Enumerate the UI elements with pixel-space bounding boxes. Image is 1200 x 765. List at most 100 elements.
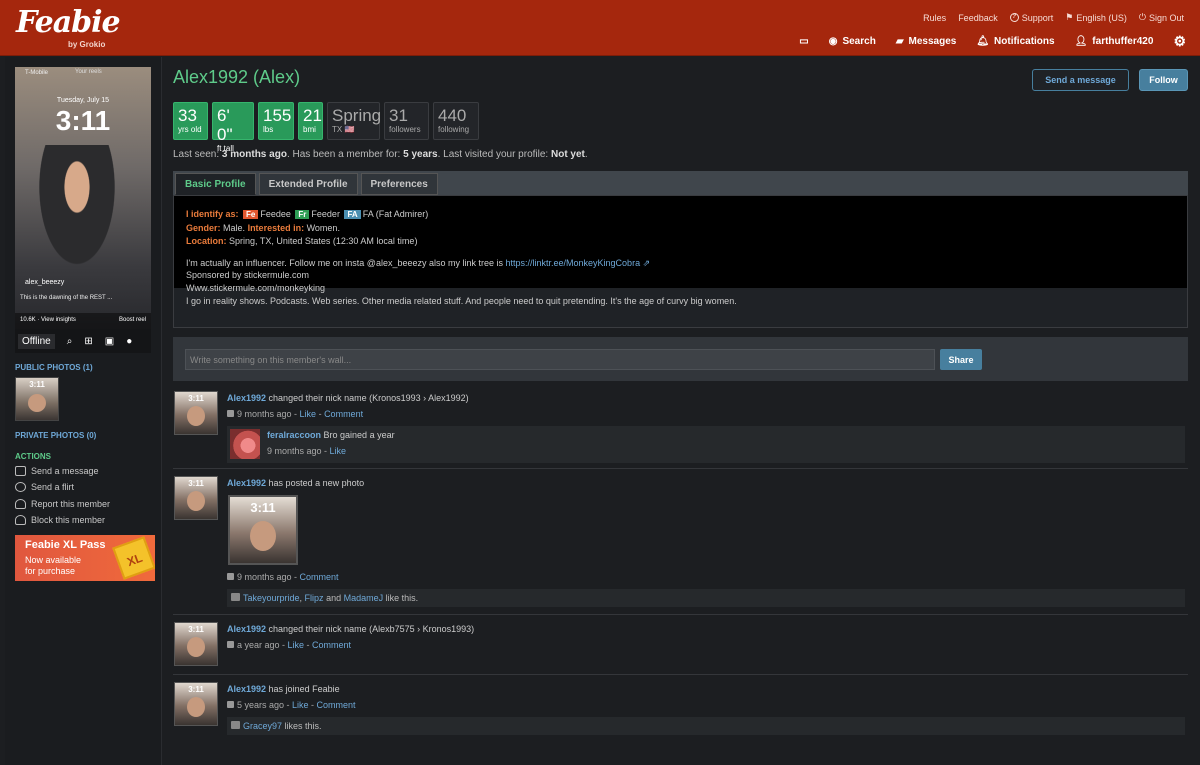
nav-messages[interactable]: ▰ Messages xyxy=(896,36,957,47)
stat-value: 33 xyxy=(178,106,197,125)
stat-value: 31 xyxy=(389,106,408,125)
bio1-text: I'm actually an influencer. Follow me on… xyxy=(186,258,506,268)
stat-value: 6' 0" xyxy=(217,106,233,144)
liker-link[interactable]: Takeyourpride xyxy=(243,593,300,603)
bio-line-2: Sponsored by stickermule.com xyxy=(186,270,310,280)
public-photo-thumb[interactable]: 3:11 xyxy=(15,377,59,421)
gear-icon[interactable]: ⚙ xyxy=(1173,33,1186,50)
likes-box: Gracey97 likes this. xyxy=(227,717,1185,735)
private-photos-label[interactable]: PRIVATE PHOTOS (0) xyxy=(15,431,96,440)
feed-user-link[interactable]: Alex1992 xyxy=(227,624,266,634)
liker-link[interactable]: Flipz xyxy=(305,593,324,603)
avatar[interactable]: 3:11 xyxy=(174,622,218,666)
comment-link[interactable]: Comment xyxy=(324,409,363,419)
action-block[interactable]: Block this member xyxy=(15,515,105,525)
divider xyxy=(173,614,1188,615)
feed-item: 3:11 Alex1992 has posted a new photo 3:1… xyxy=(173,476,1188,611)
avatar[interactable]: 3:11 xyxy=(174,682,218,726)
tab-basic-profile[interactable]: Basic Profile xyxy=(175,173,256,195)
like-link[interactable]: Like xyxy=(300,409,317,419)
thumb-time: 3:11 xyxy=(29,380,45,389)
feed-user-link[interactable]: Alex1992 xyxy=(227,393,266,403)
photo-profile-icon: ● xyxy=(126,335,133,347)
wall-composer: Write something on this member's wall...… xyxy=(173,337,1188,381)
nav-notifications[interactable]: 🔔︎ Notifications xyxy=(976,36,1054,47)
posted-photo[interactable]: 3:11 xyxy=(228,495,298,565)
comment-link[interactable]: Comment xyxy=(312,640,351,650)
comment-meta: 9 months ago - Like xyxy=(267,446,346,456)
stat-height: 6' 0" ft tall xyxy=(212,102,254,153)
comment-link[interactable]: Comment xyxy=(300,572,339,582)
badge-fr-text: Feeder xyxy=(311,209,340,219)
stat-label: lbs xyxy=(263,125,274,134)
badge-fa: FA xyxy=(344,210,361,219)
comment-link[interactable]: Comment xyxy=(317,700,356,710)
xl-pass-banner[interactable]: Feabie XL Pass Now available for purchase… xyxy=(15,535,155,581)
avatar[interactable]: 3:11 xyxy=(174,476,218,520)
action-send-flirt[interactable]: Send a flirt xyxy=(15,482,74,492)
tab-extended-profile[interactable]: Extended Profile xyxy=(258,173,358,195)
like-link[interactable]: Like xyxy=(292,700,309,710)
commenter-avatar[interactable] xyxy=(230,429,260,459)
card-icon[interactable]: ▭ xyxy=(799,36,808,47)
ticket-icon: XL xyxy=(112,536,155,580)
feed-meta: 9 months ago - Comment xyxy=(227,572,339,582)
feed-user-link[interactable]: Alex1992 xyxy=(227,478,266,488)
posted-photo-face xyxy=(250,521,276,551)
photo-person xyxy=(29,145,125,285)
feed-time: a year ago xyxy=(237,640,280,650)
stat-value: 21 xyxy=(303,106,322,125)
stat-following[interactable]: 440 following xyxy=(433,102,479,140)
report-user-icon xyxy=(15,499,26,509)
like-link[interactable]: Like xyxy=(288,640,305,650)
stat-location: Spring TX 🇺🇸 xyxy=(327,102,382,140)
avatar-face xyxy=(187,697,205,717)
photo-plus-icon: ⊞ xyxy=(84,335,93,347)
sidebar: T-Mobile Your reels Tuesday, July 15 3:1… xyxy=(5,57,162,765)
stat-label: followers xyxy=(389,125,421,134)
action-report[interactable]: Report this member xyxy=(15,499,110,509)
share-button[interactable]: Share xyxy=(940,349,982,370)
stat-label: bmi xyxy=(303,125,316,134)
ls-g: . xyxy=(584,149,588,160)
commenter-link[interactable]: feralraccoon xyxy=(267,430,321,440)
profile-photo[interactable]: T-Mobile Your reels Tuesday, July 15 3:1… xyxy=(15,67,151,353)
tab-preferences[interactable]: Preferences xyxy=(360,173,438,195)
nav-user[interactable]: 👤︎ farthuffer420 xyxy=(1075,36,1154,47)
feed-time: 9 months ago xyxy=(237,572,292,582)
avatar-time: 3:11 xyxy=(188,685,204,694)
avatar[interactable]: 3:11 xyxy=(174,391,218,435)
liker-link[interactable]: Gracey97 xyxy=(243,721,282,731)
stat-label: TX 🇺🇸 xyxy=(332,125,355,134)
photo-username: alex_beeezy xyxy=(25,279,65,286)
avatar-face xyxy=(187,406,205,426)
comment-like-link[interactable]: Like xyxy=(330,446,347,456)
feed-user-link[interactable]: Alex1992 xyxy=(227,684,266,694)
location-value: Spring, TX, United States (12:30 AM loca… xyxy=(229,236,418,246)
rules-link[interactable]: Rules xyxy=(923,12,946,23)
feedback-link[interactable]: Feedback xyxy=(958,12,998,23)
support-link[interactable]: ? Support xyxy=(1009,12,1053,23)
bio-line-1: I'm actually an influencer. Follow me on… xyxy=(186,258,650,269)
site-logo[interactable]: Feabie xyxy=(16,5,121,40)
dash: - xyxy=(304,640,313,650)
feed-text: Alex1992 has joined Feabie xyxy=(227,684,340,694)
sign-out-link[interactable]: ⏻ Sign Out xyxy=(1139,12,1184,23)
wall-input[interactable]: Write something on this member's wall... xyxy=(185,349,935,370)
stat-value: Spring xyxy=(332,106,382,125)
feed-item: 3:11 Alex1992 changed their nick name (A… xyxy=(173,622,1188,677)
feed-text: Alex1992 has posted a new photo xyxy=(227,478,364,488)
liker-link[interactable]: MadameJ xyxy=(344,593,384,603)
nav-search[interactable]: ◉ Search xyxy=(829,36,876,47)
feed-time: 9 months ago xyxy=(237,409,292,419)
stat-followers[interactable]: 31 followers xyxy=(384,102,429,140)
send-message-button[interactable]: Send a message xyxy=(1032,69,1129,91)
language-link[interactable]: ⚑ English (US) xyxy=(1065,12,1127,23)
ad-text: Now available for purchase xyxy=(25,555,81,577)
messages-icon: ▰ xyxy=(895,36,904,47)
linktree-link[interactable]: https://linktr.ee/MonkeyKingCobra xyxy=(506,258,641,268)
follow-button[interactable]: Follow xyxy=(1139,69,1188,91)
divider xyxy=(173,468,1188,469)
public-photos-label[interactable]: PUBLIC PHOTOS (1) xyxy=(15,363,93,372)
action-send-message[interactable]: Send a message xyxy=(15,466,99,476)
